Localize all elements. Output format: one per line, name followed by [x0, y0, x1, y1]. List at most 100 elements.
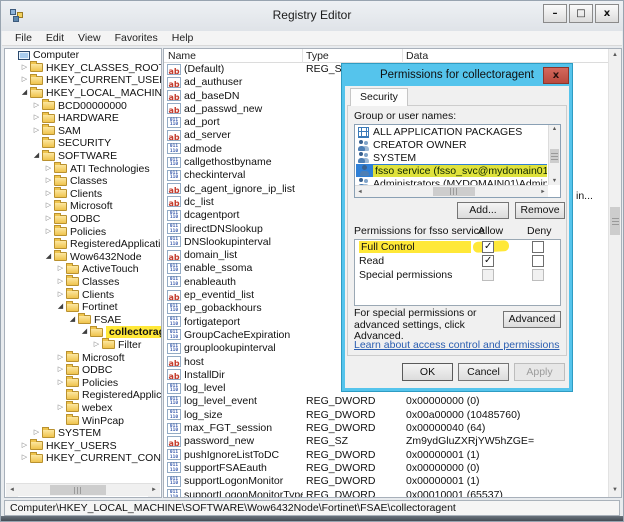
tree-item-activetouch[interactable]: ▷ActiveTouch [5, 263, 161, 276]
table-row[interactable]: log_level_eventREG_DWORD0x00000000 (0) [164, 395, 608, 408]
tree-item-computer[interactable]: Computer [5, 49, 161, 62]
table-row[interactable]: password_newREG_SZZm9ydGluZXRjYW5hZGE= [164, 435, 608, 448]
advanced-button[interactable]: Advanced [503, 311, 561, 328]
tree-item-security[interactable]: SECURITY [5, 137, 161, 150]
tree-item-wow6432node[interactable]: ◢Wow6432Node [5, 251, 161, 264]
expander-collapsed-icon[interactable]: ▷ [56, 289, 65, 301]
group-list-item[interactable]: SYSTEM [356, 152, 547, 165]
scroll-up-icon[interactable]: ▲ [549, 126, 560, 132]
tree-item-registeredapplications[interactable]: RegisteredApplications [5, 238, 161, 251]
tree-item-policies[interactable]: ▷Policies [5, 225, 161, 238]
expander-expanded-icon[interactable]: ◢ [68, 314, 77, 326]
tree-item-odbc[interactable]: ▷ODBC [5, 364, 161, 377]
scroll-down-icon[interactable]: ▼ [549, 178, 560, 184]
expander-collapsed-icon[interactable]: ▷ [20, 440, 29, 452]
column-header-name[interactable]: Name [168, 50, 196, 62]
expander-expanded-icon[interactable]: ◢ [20, 87, 29, 99]
tab-security[interactable]: Security [350, 88, 408, 106]
tree-item-hkey-current-config[interactable]: ▷HKEY_CURRENT_CONFIG [5, 452, 161, 465]
table-row[interactable]: supportLogonMonitorTypeREG_DWORD0x000100… [164, 489, 608, 499]
values-vscroll-thumb[interactable] [610, 207, 620, 235]
tree-item-clients[interactable]: ▷Clients [5, 288, 161, 301]
expander-collapsed-icon[interactable]: ▷ [56, 402, 65, 414]
expander-expanded-icon[interactable]: ◢ [44, 251, 53, 263]
table-row[interactable]: max_FGT_sessionREG_DWORD0x00000040 (64) [164, 422, 608, 435]
expander-collapsed-icon[interactable]: ▷ [44, 226, 53, 238]
tree-item-ati-technologies[interactable]: ▷ATI Technologies [5, 162, 161, 175]
group-list-hscroll-thumb[interactable] [433, 187, 475, 196]
expander-collapsed-icon[interactable]: ▷ [56, 364, 65, 376]
expander-collapsed-icon[interactable]: ▷ [44, 175, 53, 187]
expander-collapsed-icon[interactable]: ▷ [32, 100, 41, 112]
deny-checkbox[interactable] [532, 241, 544, 253]
expander-collapsed-icon[interactable]: ▷ [56, 263, 65, 275]
minimize-button[interactable]: – [543, 4, 567, 23]
scroll-left-icon[interactable]: ◄ [6, 484, 18, 497]
expander-collapsed-icon[interactable]: ▷ [32, 125, 41, 137]
tree-item-collectoragent[interactable]: ◢collectoragent [5, 326, 161, 339]
values-vertical-scrollbar[interactable]: ▲ ▼ [608, 49, 621, 497]
allow-checkbox[interactable] [482, 255, 494, 267]
column-header-data[interactable]: Data [406, 50, 428, 62]
tree-hscroll-thumb[interactable] [50, 485, 106, 495]
expander-collapsed-icon[interactable]: ▷ [92, 339, 101, 351]
expander-collapsed-icon[interactable]: ▷ [44, 188, 53, 200]
tree-item-odbc[interactable]: ▷ODBC [5, 213, 161, 226]
tree-item-classes[interactable]: ▷Classes [5, 276, 161, 289]
expander-collapsed-icon[interactable]: ▷ [56, 377, 65, 389]
expander-collapsed-icon[interactable]: ▷ [56, 276, 65, 288]
tree-item-hkey-local-machine[interactable]: ◢HKEY_LOCAL_MACHINE [5, 87, 161, 100]
group-list-item[interactable]: fsso service (fsso_svc@mydomain01.local) [356, 164, 547, 177]
scroll-up-icon[interactable]: ▲ [609, 49, 621, 62]
cancel-button[interactable]: Cancel [458, 363, 509, 381]
tree-item-sam[interactable]: ▷SAM [5, 125, 161, 138]
expander-collapsed-icon[interactable]: ▷ [32, 112, 41, 124]
ok-button[interactable]: OK [402, 363, 453, 381]
tree-item-system[interactable]: ▷SYSTEM [5, 427, 161, 440]
menu-help[interactable]: Help [165, 32, 201, 44]
table-row[interactable]: supportLogonMonitorREG_DWORD0x00000001 (… [164, 475, 608, 488]
close-button[interactable]: x [595, 4, 619, 23]
access-control-link[interactable]: Learn about access control and permissio… [354, 339, 559, 351]
tree-item-registeredapplications[interactable]: RegisteredApplications [5, 389, 161, 402]
group-list-vertical-scrollbar[interactable]: ▲ ▼ [548, 125, 560, 185]
remove-button[interactable]: Remove [515, 202, 565, 219]
table-row[interactable]: pushIgnoreListToDCREG_DWORD0x00000001 (1… [164, 449, 608, 462]
expander-collapsed-icon[interactable]: ▷ [44, 200, 53, 212]
menu-edit[interactable]: Edit [39, 32, 71, 44]
tree-item-hkey-users[interactable]: ▷HKEY_USERS [5, 439, 161, 452]
tree-item-classes[interactable]: ▷Classes [5, 175, 161, 188]
menu-favorites[interactable]: Favorites [108, 32, 165, 44]
tree-item-hkey-classes-root[interactable]: ▷HKEY_CLASSES_ROOT [5, 62, 161, 75]
tree-item-hkey-current-user[interactable]: ▷HKEY_CURRENT_USER [5, 74, 161, 87]
tree-item-software[interactable]: ◢SOFTWARE [5, 150, 161, 163]
deny-checkbox[interactable] [532, 255, 544, 267]
column-header-type[interactable]: Type [306, 50, 329, 62]
group-list-item[interactable]: CREATOR OWNER [356, 139, 547, 152]
expander-collapsed-icon[interactable]: ▷ [56, 352, 65, 364]
table-row[interactable]: log_sizeREG_DWORD0x00a00000 (10485760) [164, 409, 608, 422]
add-button[interactable]: Add... [457, 202, 509, 219]
tree-item-fortinet[interactable]: ◢Fortinet [5, 301, 161, 314]
menu-view[interactable]: View [71, 32, 108, 44]
maximize-button[interactable]: □ [569, 4, 593, 23]
expander-collapsed-icon[interactable]: ▷ [44, 163, 53, 175]
tree-item-microsoft[interactable]: ▷Microsoft [5, 351, 161, 364]
expander-expanded-icon[interactable]: ◢ [80, 326, 89, 338]
menu-file[interactable]: File [8, 32, 39, 44]
tree-item-fsae[interactable]: ◢FSAE [5, 313, 161, 326]
group-list-vscroll-thumb[interactable] [550, 149, 559, 163]
scroll-right-icon[interactable]: ► [539, 189, 547, 195]
tree-item-microsoft[interactable]: ▷Microsoft [5, 200, 161, 213]
group-list-item[interactable]: ALL APPLICATION PACKAGES [356, 126, 547, 139]
tree-horizontal-scrollbar[interactable]: ◄ ► [6, 483, 160, 496]
expander-expanded-icon[interactable]: ◢ [56, 301, 65, 313]
scroll-left-icon[interactable]: ◄ [356, 189, 364, 195]
allow-checkbox[interactable] [482, 241, 494, 253]
tree-item-winpcap[interactable]: WinPcap [5, 414, 161, 427]
expander-collapsed-icon[interactable]: ▷ [20, 452, 29, 464]
tree-item-policies[interactable]: ▷Policies [5, 376, 161, 389]
group-list-horizontal-scrollbar[interactable]: ◄ ► [355, 185, 548, 197]
scroll-right-icon[interactable]: ► [148, 484, 160, 497]
expander-collapsed-icon[interactable]: ▷ [20, 74, 29, 86]
